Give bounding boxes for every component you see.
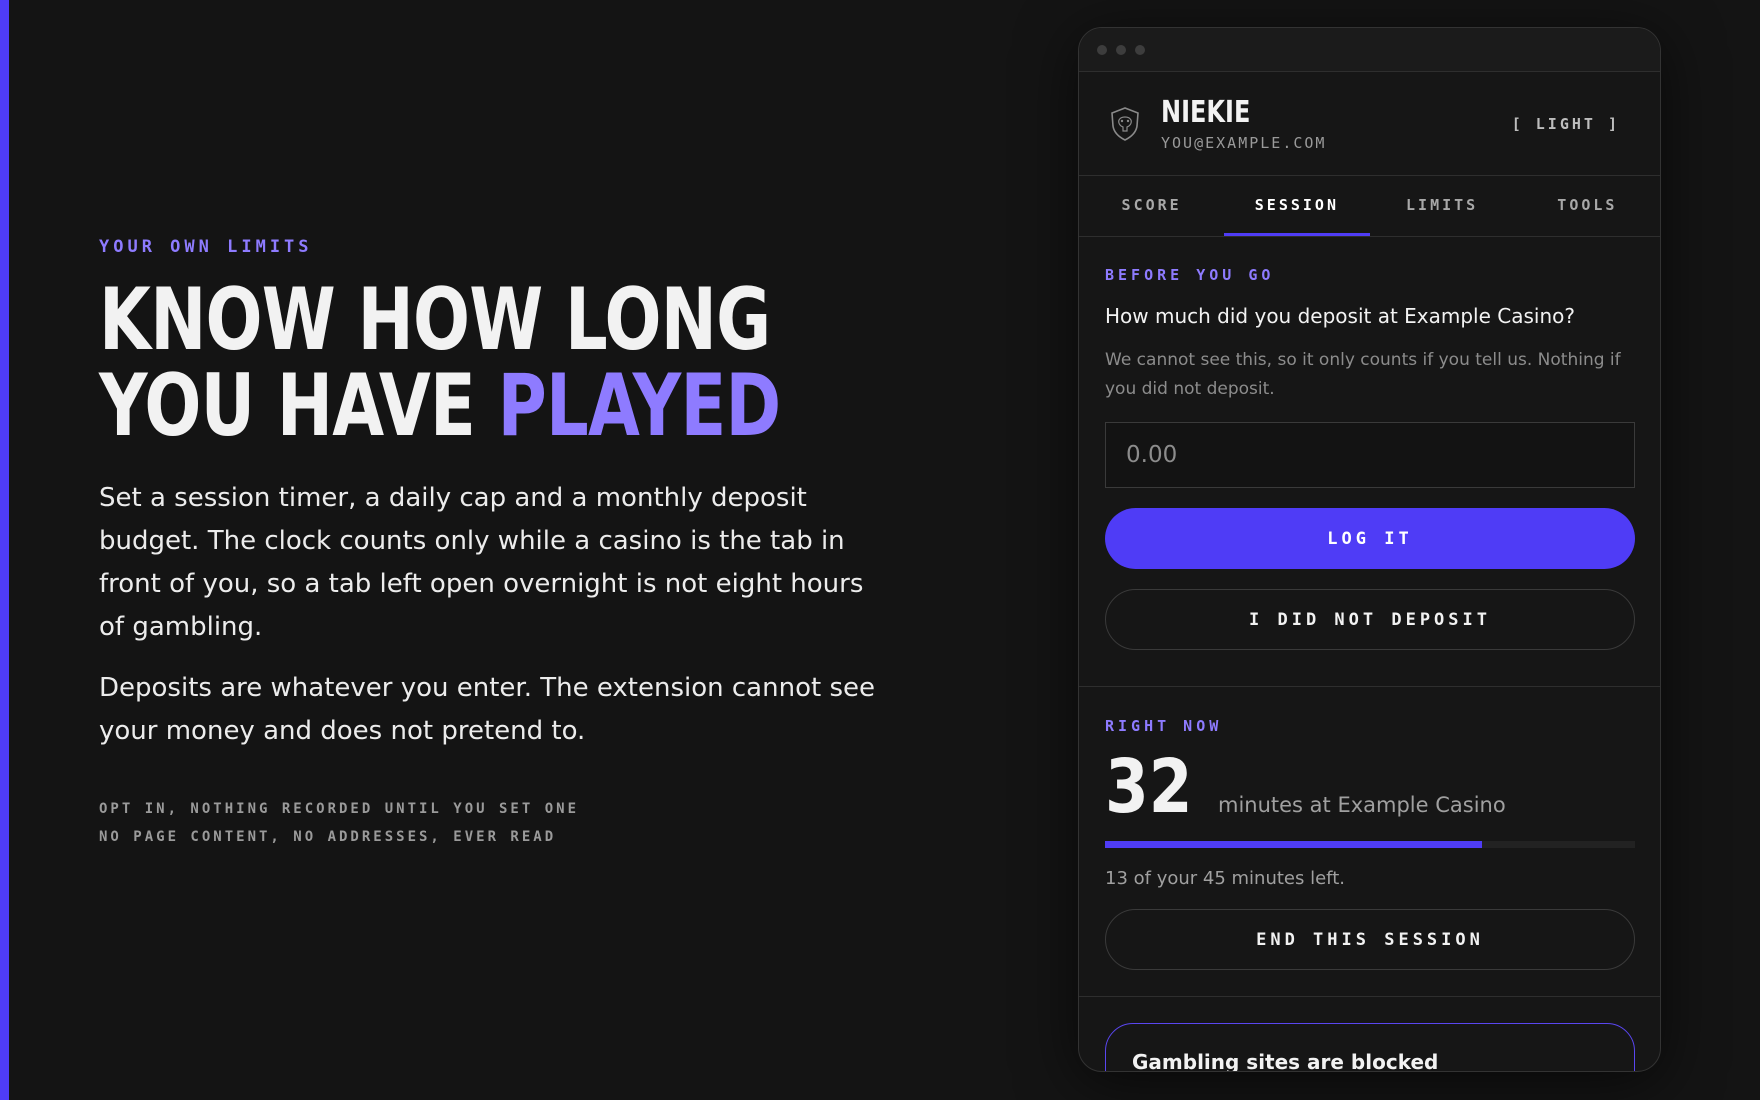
- privacy-notes: OPT IN, NOTHING RECORDED UNTIL YOU SET O…: [99, 795, 879, 851]
- hero-eyebrow: YOUR OWN LIMITS: [99, 237, 313, 257]
- session-minutes: 32: [1105, 744, 1193, 830]
- no-deposit-button[interactable]: I DID NOT DEPOSIT: [1105, 589, 1635, 650]
- session-progress-bar: [1105, 841, 1635, 848]
- window-dot-icon: [1116, 44, 1126, 55]
- hero-headline: KNOW HOW LONG YOU HAVE PLAYED: [99, 277, 785, 449]
- headline-line-1: KNOW HOW LONG: [99, 270, 771, 370]
- session-unit-text: minutes at Example Casino: [1217, 793, 1506, 817]
- session-section-label: RIGHT NOW: [1105, 717, 1223, 735]
- privacy-note-2: NO PAGE CONTENT, NO ADDRESSES, EVER READ: [99, 829, 557, 845]
- headline-plain: YOU HAVE: [99, 356, 498, 456]
- profile-name: NIEKIE: [1161, 95, 1251, 130]
- window-titlebar: [1079, 28, 1660, 72]
- deposit-amount-input[interactable]: [1105, 422, 1635, 488]
- blocked-sites-title: Gambling sites are blocked: [1132, 1050, 1439, 1072]
- tab-limits[interactable]: LIMITS: [1370, 176, 1515, 236]
- headline-highlight: PLAYED: [497, 356, 782, 456]
- window-dot-icon: [1135, 44, 1145, 55]
- log-it-button[interactable]: LOG IT: [1105, 508, 1635, 569]
- deposit-question: How much did you deposit at Example Casi…: [1105, 304, 1575, 328]
- session-timer: 32 minutes at Example Casino: [1105, 749, 1634, 825]
- hero-paragraph-2: Deposits are whatever you enter. The ext…: [99, 673, 875, 746]
- deposit-section-label: BEFORE YOU GO: [1105, 266, 1275, 284]
- session-progress-fill: [1105, 841, 1482, 848]
- tab-score[interactable]: SCORE: [1079, 176, 1224, 236]
- deposit-helper-text: We cannot see this, so it only counts if…: [1105, 350, 1621, 399]
- tab-session[interactable]: SESSION: [1224, 176, 1370, 236]
- blocked-section: Gambling sites are blocked: [1079, 997, 1660, 1072]
- end-session-button[interactable]: END THIS SESSION: [1105, 909, 1635, 970]
- profile-email: YOU@EXAMPLE.COM: [1161, 134, 1327, 152]
- theme-toggle-button[interactable]: [ LIGHT ]: [1512, 115, 1620, 133]
- profile-header: NIEKIE YOU@EXAMPLE.COM [ LIGHT ]: [1079, 72, 1660, 176]
- accent-bar: [0, 0, 9, 1100]
- headline-line-2: YOU HAVE PLAYED: [99, 363, 785, 449]
- session-section: RIGHT NOW 32 minutes at Example Casino 1…: [1079, 687, 1660, 997]
- hero-paragraph-1: Set a session timer, a daily cap and a m…: [99, 483, 864, 642]
- shield-crest-icon: [1111, 106, 1139, 141]
- tab-bar: SCORE SESSION LIMITS TOOLS: [1079, 176, 1660, 237]
- profile-info: NIEKIE YOU@EXAMPLE.COM: [1161, 95, 1326, 152]
- hero-section: YOUR OWN LIMITS KNOW HOW LONG YOU HAVE P…: [99, 237, 879, 851]
- session-remaining-text: 13 of your 45 minutes left.: [1105, 868, 1345, 889]
- window-dot-icon: [1097, 44, 1107, 55]
- blocked-sites-card[interactable]: Gambling sites are blocked: [1105, 1023, 1635, 1072]
- extension-popup: NIEKIE YOU@EXAMPLE.COM [ LIGHT ] SCORE S…: [1078, 27, 1661, 1072]
- privacy-note-1: OPT IN, NOTHING RECORDED UNTIL YOU SET O…: [99, 801, 580, 817]
- tab-tools[interactable]: TOOLS: [1515, 176, 1660, 236]
- deposit-section: BEFORE YOU GO How much did you deposit a…: [1079, 237, 1660, 687]
